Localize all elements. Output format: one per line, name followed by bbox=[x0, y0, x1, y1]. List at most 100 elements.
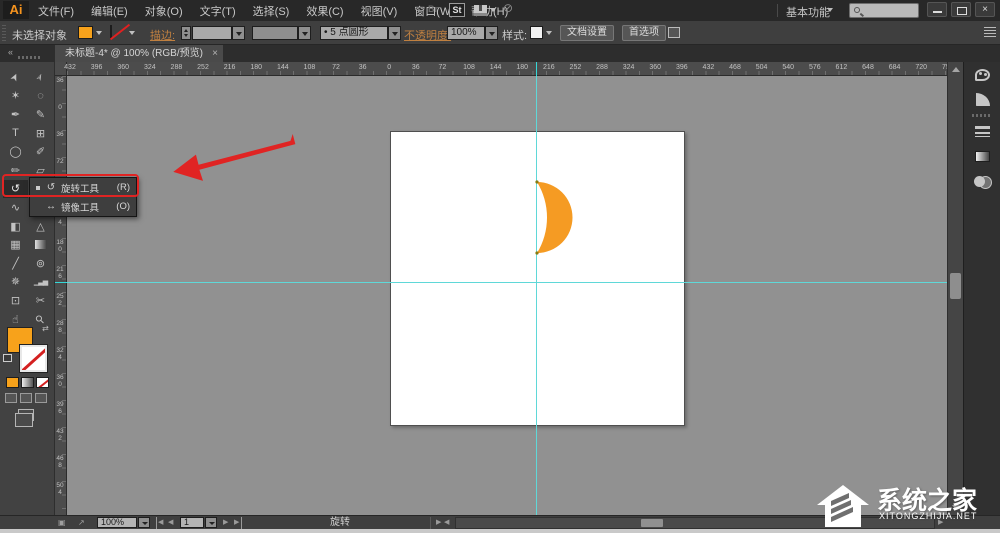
width-tool[interactable]: ∿ bbox=[3, 198, 28, 217]
magic-wand-tool[interactable]: ✶ bbox=[3, 87, 28, 106]
tab-close-icon[interactable]: × bbox=[212, 45, 218, 62]
gradient-tool[interactable]: ▧ bbox=[28, 235, 53, 254]
mesh-tool[interactable]: ▦ bbox=[3, 235, 28, 254]
stroke-color-control[interactable] bbox=[20, 345, 47, 372]
flyout-item-reflect[interactable]: ↔镜像工具(O) bbox=[30, 197, 136, 216]
first-artboard-icon[interactable]: ◀ bbox=[156, 517, 163, 529]
color-panel-icon[interactable] bbox=[964, 62, 1000, 87]
tools-panel-grip[interactable] bbox=[18, 56, 40, 59]
brush-definition-field[interactable]: • 5 点圆形 bbox=[320, 26, 388, 40]
perspective-grid-tool[interactable]: △ bbox=[28, 217, 53, 236]
document-tab[interactable]: 未标题-4* @ 100% (RGB/预览) × bbox=[55, 45, 223, 62]
none-mode-button[interactable] bbox=[36, 377, 49, 388]
curvature-tool[interactable]: ✎ bbox=[28, 105, 53, 124]
column-graph-tool[interactable]: ▁▃▅ bbox=[28, 273, 53, 292]
dock-grip[interactable] bbox=[972, 114, 992, 117]
stroke-weight-dropdown[interactable] bbox=[232, 26, 245, 40]
pen-tool[interactable]: ✒ bbox=[3, 105, 28, 124]
restore-button[interactable] bbox=[951, 2, 971, 17]
draw-behind-icon[interactable] bbox=[20, 393, 32, 403]
gradient-mode-button[interactable] bbox=[21, 377, 34, 388]
align-icon[interactable] bbox=[668, 27, 680, 38]
zoom-level-dropdown[interactable] bbox=[138, 517, 150, 528]
preferences-button[interactable]: 首选项 bbox=[622, 25, 666, 41]
fill-caret-icon[interactable] bbox=[96, 31, 102, 35]
vertical-ruler[interactable]: 3603672108144180216252288324360396432468… bbox=[55, 76, 67, 515]
transparency-panel-icon[interactable] bbox=[964, 169, 1000, 194]
artboard-tool[interactable]: ⊡ bbox=[3, 291, 28, 310]
status-menu-icon[interactable]: ▶ bbox=[430, 517, 441, 529]
stroke-weight-field[interactable] bbox=[192, 26, 232, 40]
width-profile-field[interactable] bbox=[252, 26, 298, 40]
draw-inside-icon[interactable] bbox=[35, 393, 47, 403]
crescent-shape[interactable] bbox=[537, 182, 573, 253]
rectangle-grid-tool[interactable]: ⊞ bbox=[28, 124, 53, 143]
workspace-switcher[interactable]: 基本功能 bbox=[786, 4, 830, 20]
type-tool[interactable]: T bbox=[3, 124, 28, 143]
export-status-icon[interactable]: ↗ bbox=[78, 517, 85, 529]
menu-file[interactable]: 文件(F) bbox=[38, 3, 74, 19]
fill-color-swatch[interactable] bbox=[78, 26, 93, 39]
stroke-weight-label[interactable]: 描边: bbox=[150, 27, 175, 43]
stroke-color-swatch[interactable] bbox=[110, 25, 112, 39]
paintbrush-tool[interactable]: ✐ bbox=[28, 142, 53, 161]
artboard-number-field[interactable]: 1 bbox=[180, 517, 204, 528]
opacity-field[interactable]: 100% bbox=[447, 26, 485, 40]
brush-definition-dropdown[interactable] bbox=[388, 26, 401, 40]
stroke-panel-icon[interactable] bbox=[964, 119, 1000, 144]
vertical-scrollbar[interactable] bbox=[947, 62, 963, 515]
artboard-number-dropdown[interactable] bbox=[205, 517, 217, 528]
control-bar-grip[interactable] bbox=[2, 25, 6, 41]
hand-tool[interactable]: ☝ bbox=[3, 310, 28, 329]
horizontal-ruler[interactable]: 4323963603242882522161801441087236036721… bbox=[67, 62, 947, 76]
close-button[interactable]: × bbox=[975, 2, 995, 17]
direct-selection-tool[interactable]: ➢ bbox=[28, 68, 53, 87]
stroke-weight-stepper[interactable] bbox=[181, 26, 191, 40]
menu-view[interactable]: 视图(V) bbox=[361, 3, 398, 19]
zoom-level-field[interactable]: 100% bbox=[97, 517, 137, 528]
swap-colors-icon[interactable]: ⇄ bbox=[42, 324, 49, 333]
arrange-documents-caret-icon[interactable] bbox=[490, 8, 496, 12]
default-colors-icon[interactable] bbox=[3, 354, 12, 362]
scroll-up-icon[interactable] bbox=[952, 67, 960, 72]
style-caret-icon[interactable] bbox=[546, 31, 552, 35]
lasso-tool[interactable]: ◌ bbox=[28, 87, 53, 106]
stock-icon[interactable]: St bbox=[449, 3, 465, 17]
workspace-caret-icon[interactable] bbox=[827, 8, 833, 12]
screen-mode-icon[interactable] bbox=[18, 409, 34, 421]
menu-type[interactable]: 文字(T) bbox=[200, 3, 236, 19]
opacity-dropdown[interactable] bbox=[485, 26, 498, 40]
minimize-button[interactable] bbox=[927, 2, 947, 17]
menu-edit[interactable]: 编辑(E) bbox=[91, 3, 128, 19]
ellipse-tool[interactable]: ◯ bbox=[3, 142, 28, 161]
search-input[interactable] bbox=[849, 3, 919, 18]
tools-collapse-button[interactable]: « bbox=[8, 47, 13, 57]
stroke-caret-icon[interactable] bbox=[129, 31, 135, 35]
horizontal-scrollbar-thumb[interactable] bbox=[641, 519, 663, 527]
bridge-icon[interactable]: Br bbox=[425, 3, 441, 17]
crescent-artwork[interactable] bbox=[495, 170, 585, 265]
slice-tool[interactable]: ✂ bbox=[28, 291, 53, 310]
blend-tool[interactable]: ⊚ bbox=[28, 254, 53, 273]
control-panel-menu-icon[interactable] bbox=[984, 27, 996, 38]
style-swatch[interactable] bbox=[530, 26, 543, 39]
menu-effect[interactable]: 效果(C) bbox=[306, 3, 343, 19]
menu-object[interactable]: 对象(O) bbox=[145, 3, 183, 19]
gradient-panel-icon[interactable] bbox=[964, 144, 1000, 169]
color-mode-button[interactable] bbox=[6, 377, 19, 388]
eyedropper-tool[interactable]: ╱ bbox=[3, 254, 28, 273]
document-setup-button[interactable]: 文档设置 bbox=[560, 25, 614, 41]
opacity-label[interactable]: 不透明度: bbox=[404, 27, 451, 43]
arrange-documents-icon[interactable] bbox=[474, 5, 487, 16]
symbol-sprayer-tool[interactable]: ✵ bbox=[3, 273, 28, 292]
selection-tool[interactable]: ➤ bbox=[3, 68, 28, 87]
last-artboard-icon[interactable]: ▶ bbox=[234, 517, 242, 529]
draw-normal-icon[interactable] bbox=[5, 393, 17, 403]
vertical-scrollbar-thumb[interactable] bbox=[950, 273, 961, 299]
previous-artboard-icon[interactable]: ◀ bbox=[168, 517, 173, 529]
color-guide-panel-icon[interactable] bbox=[964, 87, 1000, 112]
next-artboard-icon[interactable]: ▶ bbox=[223, 517, 228, 529]
zoom-tool[interactable]: ⚲ bbox=[28, 310, 53, 329]
document-status-icon[interactable]: ▣ bbox=[58, 517, 66, 529]
menu-select[interactable]: 选择(S) bbox=[253, 3, 290, 19]
